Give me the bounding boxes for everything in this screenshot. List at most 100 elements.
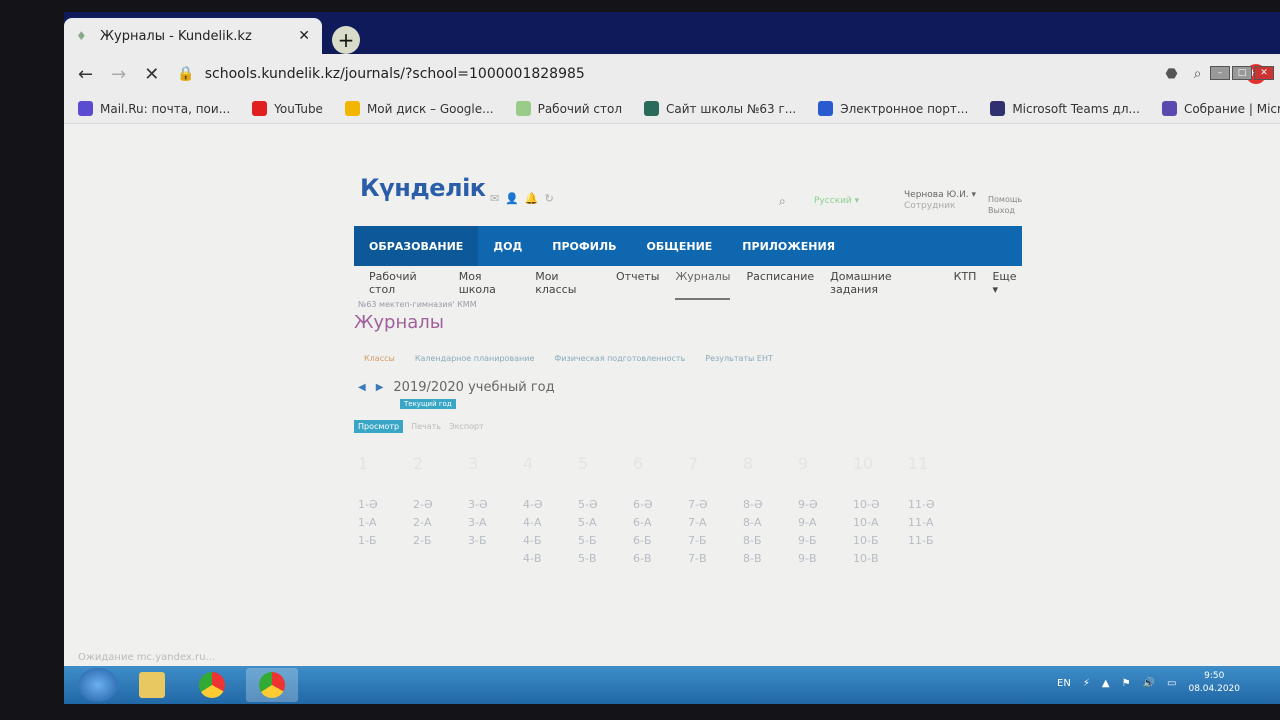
nav-profile[interactable]: ПРОФИЛЬ [537,226,631,266]
user-name[interactable]: Чернова Ю.И. ▾ [904,190,976,201]
subnav-ktp[interactable]: КТП [954,266,977,300]
language-select[interactable]: Русский ▾ [814,196,859,206]
minimize-button[interactable]: – [1210,66,1230,80]
view-button[interactable]: Просмотр [354,420,404,433]
prev-year-arrow-icon[interactable]: ◀ [358,382,366,393]
class-link[interactable]: 8-В [743,552,798,570]
class-link[interactable]: 9-А [798,516,853,534]
address-bar[interactable]: 🔒 schools.kundelik.kz/journals/?school=10… [177,66,1147,82]
taskbar-chrome[interactable] [186,668,238,702]
class-link[interactable]: 2-Б [413,534,468,552]
tab-ent-results[interactable]: Результаты ЕНТ [705,354,773,363]
class-link[interactable]: 9-Б [798,534,853,552]
class-link[interactable]: 1-Б [358,534,413,552]
flag-icon[interactable]: ⚑ [1122,678,1131,689]
class-link[interactable]: 11-Б [908,534,963,552]
class-link[interactable]: 6-Ә [633,498,688,516]
class-link[interactable]: 5-Ә [578,498,633,516]
subnav-schedule[interactable]: Расписание [746,266,814,300]
logout-link[interactable]: Выход [988,205,1022,216]
class-link[interactable]: 10-А [853,516,908,534]
tab-classes[interactable]: Классы [364,354,395,363]
class-link[interactable]: 4-Б [523,534,578,552]
close-window-button[interactable]: ✕ [1254,66,1274,80]
nav-education[interactable]: ОБРАЗОВАНИЕ [354,226,479,266]
class-link[interactable]: 11-Ә [908,498,963,516]
class-link[interactable]: 7-А [688,516,743,534]
class-link[interactable]: 8-Б [743,534,798,552]
subnav-homework[interactable]: Домашние задания [830,266,938,300]
class-link[interactable]: 5-А [578,516,633,534]
nav-dod[interactable]: ДОД [478,226,537,266]
class-link[interactable]: 8-А [743,516,798,534]
class-link[interactable]: 11-А [908,516,963,534]
tab-close-icon[interactable]: ✕ [298,28,310,44]
subnav-reports[interactable]: Отчеты [616,266,659,300]
class-link[interactable]: 6-В [633,552,688,570]
class-link[interactable]: 1-А [358,516,413,534]
class-link[interactable]: 2-Ә [413,498,468,516]
user-icon[interactable]: 👤 [505,192,519,205]
help-link[interactable]: Помощь [988,194,1022,205]
class-link[interactable]: 4-Ә [523,498,578,516]
class-link[interactable]: 10-Б [853,534,908,552]
messages-icon[interactable]: ✉ [490,192,499,205]
bookmark-item[interactable]: Собрание | Micros... [1161,101,1280,116]
stop-loading-button[interactable]: ✕ [144,64,159,85]
subnav-my-classes[interactable]: Мои классы [535,266,600,300]
maximize-button[interactable]: □ [1232,66,1252,80]
bookmark-item[interactable]: Мой диск – Google... [344,101,494,116]
volume-icon[interactable]: 🔊 [1143,678,1155,689]
next-year-arrow-icon[interactable]: ▶ [376,382,384,393]
subnav-my-school[interactable]: Моя школа [459,266,520,300]
print-button[interactable]: Печать [411,422,441,431]
class-link[interactable]: 9-В [798,552,853,570]
class-link[interactable]: 6-Б [633,534,688,552]
class-link[interactable]: 7-В [688,552,743,570]
tab-physical[interactable]: Физическая подготовленность [554,354,685,363]
class-link[interactable]: 2-А [413,516,468,534]
nav-apps[interactable]: ПРИЛОЖЕНИЯ [727,226,850,266]
export-button[interactable]: Экспорт [449,422,484,431]
new-tab-button[interactable]: + [332,26,360,54]
bell-icon[interactable]: 🔔 [525,192,539,205]
subnav-desktop[interactable]: Рабочий стол [369,266,443,300]
bookmark-item[interactable]: YouTube [252,101,323,116]
user-menu[interactable]: Чернова Ю.И. ▾ Сотрудник [904,190,976,212]
class-link[interactable]: 5-Б [578,534,633,552]
class-link[interactable]: 3-А [468,516,523,534]
taskbar-explorer[interactable] [126,668,178,702]
display-icon[interactable]: ▭ [1167,678,1176,689]
forward-button[interactable]: → [111,64,126,85]
network-icon[interactable]: ⚡ [1083,678,1090,689]
subnav-more[interactable]: Еще ▾ [992,266,1024,300]
bookmark-item[interactable]: Mail.Ru: почта, пои... [78,101,230,116]
class-link[interactable]: 7-Ә [688,498,743,516]
nav-communication[interactable]: ОБЩЕНИЕ [632,226,728,266]
zoom-icon[interactable]: ⌕ [1194,66,1202,82]
bookmark-item[interactable]: Сайт школы №63 г... [644,101,796,116]
class-link[interactable]: 9-Ә [798,498,853,516]
bookmark-item[interactable]: Microsoft Teams дл... [990,101,1140,116]
class-link[interactable]: 6-А [633,516,688,534]
show-hidden-icon[interactable]: ▲ [1102,678,1110,689]
kundelik-logo[interactable]: Күнделік [360,174,486,202]
school-breadcrumb[interactable]: №63 мектеп-гимназия' КММ [358,300,477,309]
subnav-journals[interactable]: Журналы [675,266,731,300]
start-button[interactable] [78,668,118,702]
class-link[interactable]: 3-Б [468,534,523,552]
class-link[interactable]: 10-В [853,552,908,570]
extension-icon[interactable]: ⬣ [1165,66,1177,82]
language-indicator[interactable]: EN [1057,678,1071,689]
taskbar-chrome-active[interactable] [246,668,298,702]
class-link[interactable]: 3-Ә [468,498,523,516]
class-link[interactable]: 10-Ә [853,498,908,516]
back-button[interactable]: ← [78,64,93,85]
clock[interactable]: 9:50 08.04.2020 [1188,670,1240,696]
class-link[interactable]: 4-А [523,516,578,534]
tab-calendar-planning[interactable]: Календарное планирование [415,354,535,363]
class-link[interactable]: 4-В [523,552,578,570]
refresh-icon[interactable]: ↻ [545,192,554,205]
class-link[interactable]: 1-Ә [358,498,413,516]
browser-tab[interactable]: ♦ Журналы - Kundelik.kz ✕ [64,18,322,54]
